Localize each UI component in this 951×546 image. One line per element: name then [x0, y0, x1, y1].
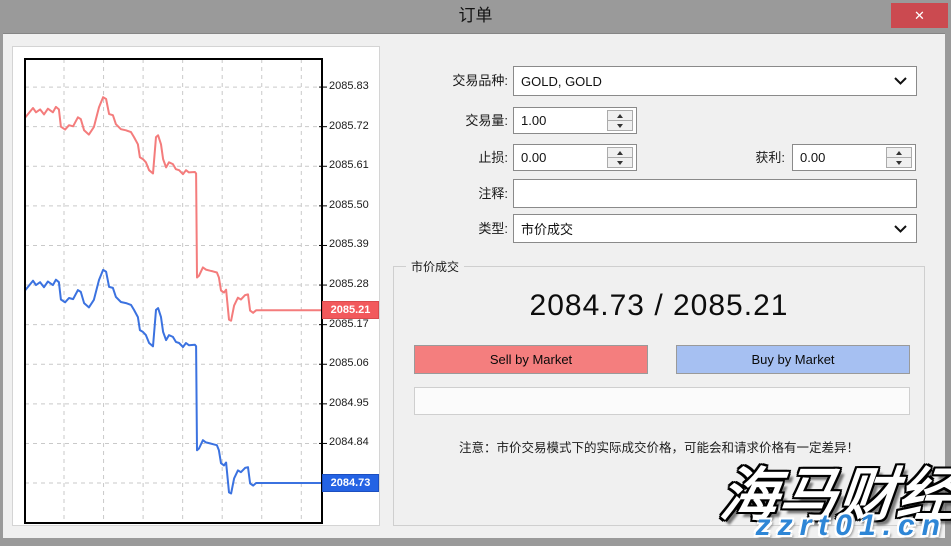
symbol-value: GOLD, GOLD — [521, 74, 602, 89]
slippage-note: 注意：市价交易模式下的实际成交价格，可能会和请求价格有一定差异！ — [394, 437, 924, 456]
chevron-down-icon — [894, 225, 907, 233]
arrow-down-icon — [617, 161, 623, 165]
y-axis-tick-label: 2085.28 — [329, 278, 369, 290]
buy-by-market-button[interactable]: Buy by Market — [676, 345, 910, 374]
take-profit-label: 获利: — [675, 144, 785, 171]
volume-label: 交易量: — [398, 107, 508, 134]
arrow-down-icon — [617, 124, 623, 128]
bid-price-tag: 2084.73 — [322, 474, 379, 492]
stop-loss-label: 止损: — [398, 144, 508, 171]
market-execution-groupbox: 市价成交 2084.73 / 2085.21 Sell by Market Bu… — [393, 266, 925, 526]
comment-label: 注释: — [398, 179, 508, 208]
take-profit-increment-button[interactable] — [886, 147, 912, 158]
comment-input[interactable] — [513, 179, 917, 208]
ask-price-tag: 2085.21 — [322, 301, 379, 319]
chevron-down-icon — [894, 77, 907, 85]
sell-by-market-button[interactable]: Sell by Market — [414, 345, 648, 374]
execution-progress-bar — [414, 387, 910, 415]
order-type-value: 市价成交 — [521, 219, 573, 238]
order-type-label: 类型: — [398, 214, 508, 243]
volume-spinner[interactable]: 1.00 — [513, 107, 637, 134]
stop-loss-increment-button[interactable] — [607, 147, 633, 158]
symbol-combobox[interactable]: GOLD, GOLD — [513, 66, 917, 96]
arrow-up-icon — [896, 151, 902, 155]
volume-value: 1.00 — [521, 113, 546, 128]
take-profit-spinner[interactable]: 0.00 — [792, 144, 916, 171]
arrow-up-icon — [617, 114, 623, 118]
stop-loss-decrement-button[interactable] — [607, 158, 633, 168]
stop-loss-value: 0.00 — [521, 150, 546, 165]
order-type-combobox[interactable]: 市价成交 — [513, 214, 917, 243]
y-axis-tick-label: 2085.72 — [329, 120, 369, 132]
close-button[interactable]: ✕ — [891, 3, 948, 28]
order-dialog-window: 订单 ✕ 2085.83 2085.72 2085.61 2085.50 2085.39… — [0, 0, 951, 546]
volume-decrement-button[interactable] — [607, 121, 633, 131]
y-axis-tick-label: 2085.83 — [329, 80, 369, 92]
price-chart — [13, 47, 379, 525]
groupbox-legend: 市价成交 — [406, 258, 464, 275]
y-axis-tick-label: 2085.39 — [329, 238, 369, 250]
y-axis-tick-label: 2085.06 — [329, 357, 369, 369]
arrow-down-icon — [896, 161, 902, 165]
y-axis-tick-label: 2085.61 — [329, 159, 369, 171]
volume-increment-button[interactable] — [607, 110, 633, 121]
dialog-content: 2085.83 2085.72 2085.61 2085.50 2085.39 2085.… — [3, 33, 945, 538]
chart-panel: 2085.83 2085.72 2085.61 2085.50 2085.39 2085.… — [12, 46, 380, 526]
y-axis-tick-label: 2084.95 — [329, 397, 369, 409]
y-axis-tick-label: 2085.50 — [329, 199, 369, 211]
title-bar: 订单 ✕ — [0, 0, 951, 33]
y-axis-tick-label: 2085.17 — [329, 318, 369, 330]
stop-loss-spinner[interactable]: 0.00 — [513, 144, 637, 171]
take-profit-value: 0.00 — [800, 150, 825, 165]
arrow-up-icon — [617, 151, 623, 155]
bid-ask-quote: 2084.73 / 2085.21 — [394, 289, 924, 323]
symbol-label: 交易品种: — [398, 66, 508, 96]
take-profit-decrement-button[interactable] — [886, 158, 912, 168]
window-title: 订单 — [0, 0, 951, 33]
y-axis-tick-label: 2084.84 — [329, 436, 369, 448]
